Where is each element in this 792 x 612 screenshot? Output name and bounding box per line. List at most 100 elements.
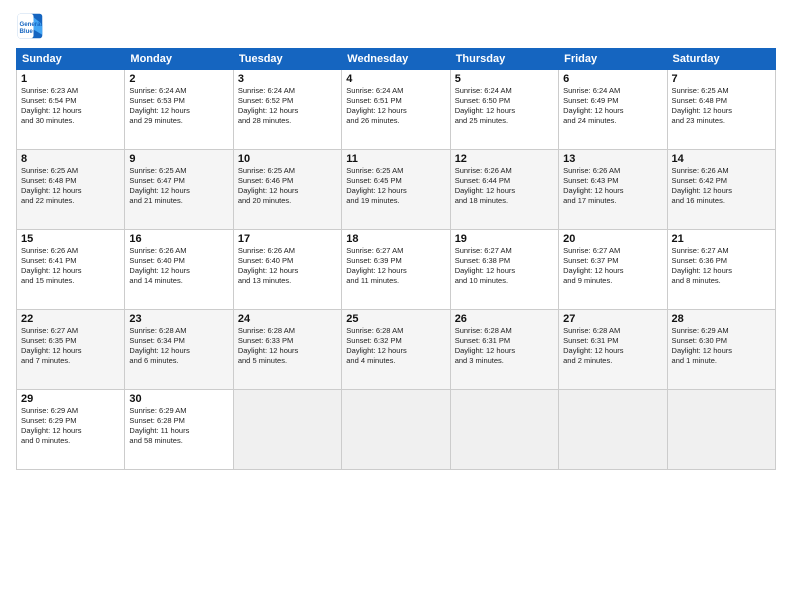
calendar-week-row: 22Sunrise: 6:27 AM Sunset: 6:35 PM Dayli… <box>17 310 776 390</box>
day-number: 17 <box>238 233 337 245</box>
day-info: Sunrise: 6:27 AM Sunset: 6:36 PM Dayligh… <box>672 246 771 287</box>
day-info: Sunrise: 6:27 AM Sunset: 6:37 PM Dayligh… <box>563 246 662 287</box>
calendar-cell: 28Sunrise: 6:29 AM Sunset: 6:30 PM Dayli… <box>667 310 775 390</box>
calendar-cell: 22Sunrise: 6:27 AM Sunset: 6:35 PM Dayli… <box>17 310 125 390</box>
day-number: 14 <box>672 153 771 165</box>
calendar-week-row: 29Sunrise: 6:29 AM Sunset: 6:29 PM Dayli… <box>17 390 776 470</box>
page: General Blue SundayMondayTuesdayWednesda… <box>0 0 792 612</box>
day-number: 27 <box>563 313 662 325</box>
day-info: Sunrise: 6:24 AM Sunset: 6:52 PM Dayligh… <box>238 86 337 127</box>
day-info: Sunrise: 6:25 AM Sunset: 6:47 PM Dayligh… <box>129 166 228 207</box>
calendar-cell: 15Sunrise: 6:26 AM Sunset: 6:41 PM Dayli… <box>17 230 125 310</box>
calendar-cell <box>450 390 558 470</box>
day-number: 6 <box>563 73 662 85</box>
day-number: 28 <box>672 313 771 325</box>
day-number: 13 <box>563 153 662 165</box>
day-info: Sunrise: 6:27 AM Sunset: 6:39 PM Dayligh… <box>346 246 445 287</box>
day-number: 12 <box>455 153 554 165</box>
calendar-table: SundayMondayTuesdayWednesdayThursdayFrid… <box>16 48 776 470</box>
day-info: Sunrise: 6:25 AM Sunset: 6:48 PM Dayligh… <box>21 166 120 207</box>
day-info: Sunrise: 6:24 AM Sunset: 6:53 PM Dayligh… <box>129 86 228 127</box>
day-info: Sunrise: 6:28 AM Sunset: 6:34 PM Dayligh… <box>129 326 228 367</box>
logo: General Blue <box>16 12 48 40</box>
calendar-col-header: Monday <box>125 49 233 70</box>
day-number: 21 <box>672 233 771 245</box>
day-info: Sunrise: 6:28 AM Sunset: 6:33 PM Dayligh… <box>238 326 337 367</box>
calendar-col-header: Tuesday <box>233 49 341 70</box>
calendar-cell: 16Sunrise: 6:26 AM Sunset: 6:40 PM Dayli… <box>125 230 233 310</box>
calendar-cell: 6Sunrise: 6:24 AM Sunset: 6:49 PM Daylig… <box>559 70 667 150</box>
calendar-cell: 11Sunrise: 6:25 AM Sunset: 6:45 PM Dayli… <box>342 150 450 230</box>
calendar-cell: 27Sunrise: 6:28 AM Sunset: 6:31 PM Dayli… <box>559 310 667 390</box>
day-info: Sunrise: 6:28 AM Sunset: 6:32 PM Dayligh… <box>346 326 445 367</box>
day-info: Sunrise: 6:26 AM Sunset: 6:40 PM Dayligh… <box>129 246 228 287</box>
calendar-week-row: 15Sunrise: 6:26 AM Sunset: 6:41 PM Dayli… <box>17 230 776 310</box>
day-number: 22 <box>21 313 120 325</box>
day-number: 29 <box>21 393 120 405</box>
calendar-cell: 17Sunrise: 6:26 AM Sunset: 6:40 PM Dayli… <box>233 230 341 310</box>
calendar-cell: 13Sunrise: 6:26 AM Sunset: 6:43 PM Dayli… <box>559 150 667 230</box>
day-info: Sunrise: 6:26 AM Sunset: 6:41 PM Dayligh… <box>21 246 120 287</box>
calendar-cell: 23Sunrise: 6:28 AM Sunset: 6:34 PM Dayli… <box>125 310 233 390</box>
calendar-col-header: Saturday <box>667 49 775 70</box>
day-number: 9 <box>129 153 228 165</box>
day-number: 15 <box>21 233 120 245</box>
day-info: Sunrise: 6:24 AM Sunset: 6:49 PM Dayligh… <box>563 86 662 127</box>
day-number: 26 <box>455 313 554 325</box>
calendar-cell: 20Sunrise: 6:27 AM Sunset: 6:37 PM Dayli… <box>559 230 667 310</box>
day-number: 16 <box>129 233 228 245</box>
calendar-cell: 4Sunrise: 6:24 AM Sunset: 6:51 PM Daylig… <box>342 70 450 150</box>
svg-text:Blue: Blue <box>20 28 34 35</box>
calendar-cell: 18Sunrise: 6:27 AM Sunset: 6:39 PM Dayli… <box>342 230 450 310</box>
calendar-header-row: SundayMondayTuesdayWednesdayThursdayFrid… <box>17 49 776 70</box>
day-number: 20 <box>563 233 662 245</box>
calendar-cell: 9Sunrise: 6:25 AM Sunset: 6:47 PM Daylig… <box>125 150 233 230</box>
day-number: 19 <box>455 233 554 245</box>
calendar-cell: 19Sunrise: 6:27 AM Sunset: 6:38 PM Dayli… <box>450 230 558 310</box>
day-info: Sunrise: 6:27 AM Sunset: 6:35 PM Dayligh… <box>21 326 120 367</box>
calendar-cell: 21Sunrise: 6:27 AM Sunset: 6:36 PM Dayli… <box>667 230 775 310</box>
calendar-cell: 14Sunrise: 6:26 AM Sunset: 6:42 PM Dayli… <box>667 150 775 230</box>
calendar-cell: 8Sunrise: 6:25 AM Sunset: 6:48 PM Daylig… <box>17 150 125 230</box>
day-info: Sunrise: 6:24 AM Sunset: 6:50 PM Dayligh… <box>455 86 554 127</box>
day-info: Sunrise: 6:25 AM Sunset: 6:45 PM Dayligh… <box>346 166 445 207</box>
calendar-col-header: Sunday <box>17 49 125 70</box>
logo-icon: General Blue <box>16 12 44 40</box>
calendar-cell: 2Sunrise: 6:24 AM Sunset: 6:53 PM Daylig… <box>125 70 233 150</box>
day-info: Sunrise: 6:26 AM Sunset: 6:44 PM Dayligh… <box>455 166 554 207</box>
calendar-cell: 10Sunrise: 6:25 AM Sunset: 6:46 PM Dayli… <box>233 150 341 230</box>
day-number: 4 <box>346 73 445 85</box>
day-info: Sunrise: 6:27 AM Sunset: 6:38 PM Dayligh… <box>455 246 554 287</box>
day-number: 7 <box>672 73 771 85</box>
calendar-cell: 5Sunrise: 6:24 AM Sunset: 6:50 PM Daylig… <box>450 70 558 150</box>
day-info: Sunrise: 6:26 AM Sunset: 6:42 PM Dayligh… <box>672 166 771 207</box>
calendar-cell: 1Sunrise: 6:23 AM Sunset: 6:54 PM Daylig… <box>17 70 125 150</box>
calendar-cell: 30Sunrise: 6:29 AM Sunset: 6:28 PM Dayli… <box>125 390 233 470</box>
header-row: General Blue <box>16 12 776 40</box>
day-number: 8 <box>21 153 120 165</box>
day-number: 5 <box>455 73 554 85</box>
day-info: Sunrise: 6:29 AM Sunset: 6:30 PM Dayligh… <box>672 326 771 367</box>
calendar-col-header: Thursday <box>450 49 558 70</box>
svg-text:General: General <box>20 21 43 28</box>
calendar-cell <box>233 390 341 470</box>
day-number: 2 <box>129 73 228 85</box>
day-info: Sunrise: 6:26 AM Sunset: 6:40 PM Dayligh… <box>238 246 337 287</box>
day-number: 10 <box>238 153 337 165</box>
day-number: 1 <box>21 73 120 85</box>
calendar-cell: 7Sunrise: 6:25 AM Sunset: 6:48 PM Daylig… <box>667 70 775 150</box>
day-info: Sunrise: 6:24 AM Sunset: 6:51 PM Dayligh… <box>346 86 445 127</box>
calendar-col-header: Wednesday <box>342 49 450 70</box>
calendar-cell <box>559 390 667 470</box>
day-info: Sunrise: 6:29 AM Sunset: 6:28 PM Dayligh… <box>129 406 228 447</box>
calendar-cell: 26Sunrise: 6:28 AM Sunset: 6:31 PM Dayli… <box>450 310 558 390</box>
calendar-cell: 24Sunrise: 6:28 AM Sunset: 6:33 PM Dayli… <box>233 310 341 390</box>
day-info: Sunrise: 6:29 AM Sunset: 6:29 PM Dayligh… <box>21 406 120 447</box>
day-number: 18 <box>346 233 445 245</box>
day-number: 24 <box>238 313 337 325</box>
calendar-week-row: 8Sunrise: 6:25 AM Sunset: 6:48 PM Daylig… <box>17 150 776 230</box>
day-number: 30 <box>129 393 228 405</box>
day-number: 25 <box>346 313 445 325</box>
calendar-cell: 29Sunrise: 6:29 AM Sunset: 6:29 PM Dayli… <box>17 390 125 470</box>
day-info: Sunrise: 6:26 AM Sunset: 6:43 PM Dayligh… <box>563 166 662 207</box>
